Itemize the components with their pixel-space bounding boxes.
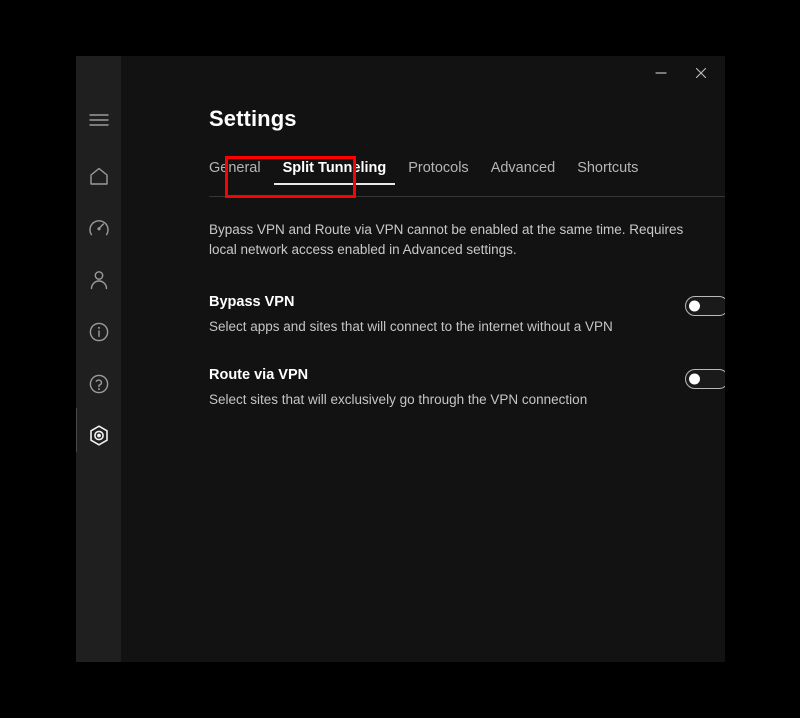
sidebar-item-speed-test[interactable] (76, 208, 121, 248)
content-area: Settings General Split Tunneling Protoco… (121, 56, 725, 662)
setting-description: Select apps and sites that will connect … (209, 319, 613, 334)
setting-texts: Bypass VPN Select apps and sites that wi… (209, 294, 613, 337)
setting-title: Route via VPN (209, 367, 309, 383)
tab-label: General (209, 160, 261, 176)
active-tab-underline (273, 183, 396, 185)
minimize-button[interactable] (641, 59, 681, 87)
tab-shortcuts[interactable]: Shortcuts (566, 160, 649, 185)
tab-general[interactable]: General (209, 160, 272, 185)
tabs-container: General Split Tunneling Protocols Advanc… (209, 160, 725, 197)
bypass-vpn-toggle[interactable] (685, 296, 725, 316)
help-circle-icon (88, 373, 110, 395)
hamburger-menu-icon (88, 113, 109, 127)
split-tunneling-notice: Bypass VPN and Route via VPN cannot be e… (209, 222, 684, 257)
home-icon (88, 166, 110, 186)
setting-row-route-via-vpn: Route via VPN Select sites that will exc… (209, 367, 725, 410)
sidebar-item-info[interactable] (76, 312, 121, 352)
minimize-icon (654, 67, 668, 79)
gear-hex-icon (87, 424, 111, 448)
settings-body: Bypass VPN and Route via VPN cannot be e… (209, 220, 725, 440)
screen: Settings General Split Tunneling Protoco… (0, 0, 800, 718)
page-title: Settings (209, 106, 297, 131)
sidebar (76, 56, 121, 662)
tab-label: Shortcuts (577, 160, 639, 176)
app-window: Settings General Split Tunneling Protoco… (76, 56, 725, 662)
sidebar-item-settings[interactable] (76, 408, 121, 456)
setting-row-bypass-vpn: Bypass VPN Select apps and sites that wi… (209, 294, 725, 337)
tab-split-tunneling[interactable]: Split Tunneling (272, 160, 398, 185)
person-icon (88, 269, 110, 291)
tab-advanced[interactable]: Advanced (480, 160, 567, 185)
setting-description: Select sites that will exclusively go th… (209, 392, 588, 407)
tab-label: Split Tunneling (282, 160, 387, 176)
tab-protocols[interactable]: Protocols (397, 160, 479, 185)
sidebar-item-home[interactable] (76, 156, 121, 196)
sidebar-item-help[interactable] (76, 364, 121, 404)
toggle-knob (689, 373, 700, 385)
speedometer-icon (88, 217, 110, 239)
info-circle-icon (88, 321, 110, 343)
close-button[interactable] (681, 59, 721, 87)
window-titlebar (641, 56, 725, 90)
toggle-knob (689, 300, 700, 312)
setting-title: Bypass VPN (209, 294, 295, 310)
tab-label: Advanced (490, 160, 556, 176)
setting-texts: Route via VPN Select sites that will exc… (209, 367, 587, 410)
route-via-vpn-toggle[interactable] (685, 369, 725, 389)
tabs-divider (209, 196, 725, 197)
sidebar-item-account[interactable] (76, 260, 121, 300)
close-icon (694, 66, 708, 80)
tab-label: Protocols (408, 160, 469, 176)
sidebar-item-menu[interactable] (76, 100, 121, 140)
tab-list: General Split Tunneling Protocols Advanc… (209, 160, 725, 185)
